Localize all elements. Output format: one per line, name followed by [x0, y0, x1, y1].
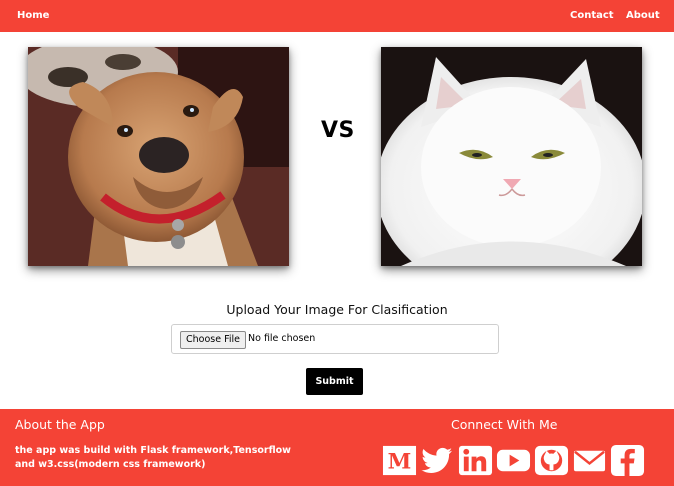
- top-navbar: Home Contact About: [0, 0, 674, 32]
- linkedin-icon[interactable]: [458, 443, 493, 478]
- youtube-icon[interactable]: [496, 443, 531, 478]
- facebook-icon[interactable]: [610, 443, 645, 478]
- social-links: M: [382, 443, 645, 479]
- upload-title: Upload Your Image For Clasification: [226, 302, 448, 317]
- submit-button[interactable]: Submit: [306, 368, 363, 395]
- about-title: About the App: [15, 417, 105, 432]
- connect-title: Connect With Me: [451, 417, 558, 432]
- about-text: the app was build with Flask framework,T…: [15, 445, 291, 470]
- file-input[interactable]: Choose File No file chosen: [171, 324, 499, 354]
- choose-file-button[interactable]: Choose File: [180, 331, 246, 349]
- nav-home-link[interactable]: Home: [17, 0, 49, 32]
- versus-label: VS: [321, 118, 355, 143]
- svg-text:M: M: [388, 449, 412, 474]
- nav-about-link[interactable]: About: [626, 0, 660, 32]
- dog-image: [28, 47, 289, 266]
- twitter-icon[interactable]: [420, 443, 455, 478]
- email-icon[interactable]: [572, 443, 607, 478]
- file-status-text: No file chosen: [248, 333, 316, 344]
- medium-icon[interactable]: M: [382, 443, 417, 478]
- github-icon[interactable]: [534, 443, 569, 478]
- cat-image: [381, 47, 642, 266]
- nav-contact-link[interactable]: Contact: [570, 0, 614, 32]
- footer: About the App the app was build with Fla…: [0, 409, 674, 486]
